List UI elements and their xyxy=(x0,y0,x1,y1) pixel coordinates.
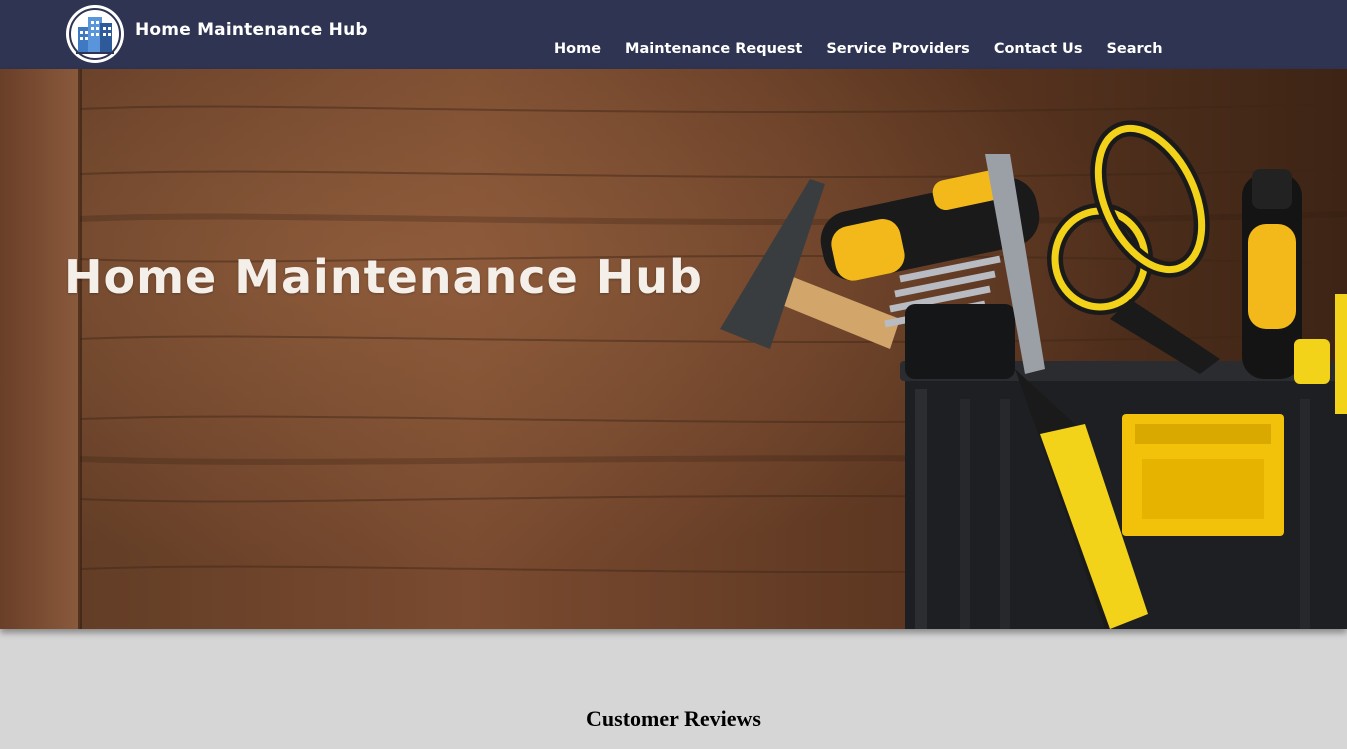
main-nav: Home Maintenance Request Service Provide… xyxy=(554,41,1187,63)
top-navbar: Home Maintenance Hub Home Maintenance Re… xyxy=(0,0,1347,69)
building-logo-graphic xyxy=(67,6,123,62)
hero-title: Home Maintenance Hub xyxy=(64,249,703,304)
nav-contact-us[interactable]: Contact Us xyxy=(994,41,1083,63)
hero-banner: Home Maintenance Hub xyxy=(0,69,1347,629)
nav-search[interactable]: Search xyxy=(1106,41,1162,63)
customer-reviews-heading: Customer Reviews xyxy=(586,706,761,731)
toolbox-hero-image xyxy=(0,69,1347,629)
building-logo-icon[interactable] xyxy=(66,5,124,63)
nav-service-providers[interactable]: Service Providers xyxy=(826,41,970,63)
site-brand-name[interactable]: Home Maintenance Hub xyxy=(135,20,368,40)
nav-maintenance-request[interactable]: Maintenance Request xyxy=(625,41,802,63)
nav-home[interactable]: Home xyxy=(554,41,601,63)
